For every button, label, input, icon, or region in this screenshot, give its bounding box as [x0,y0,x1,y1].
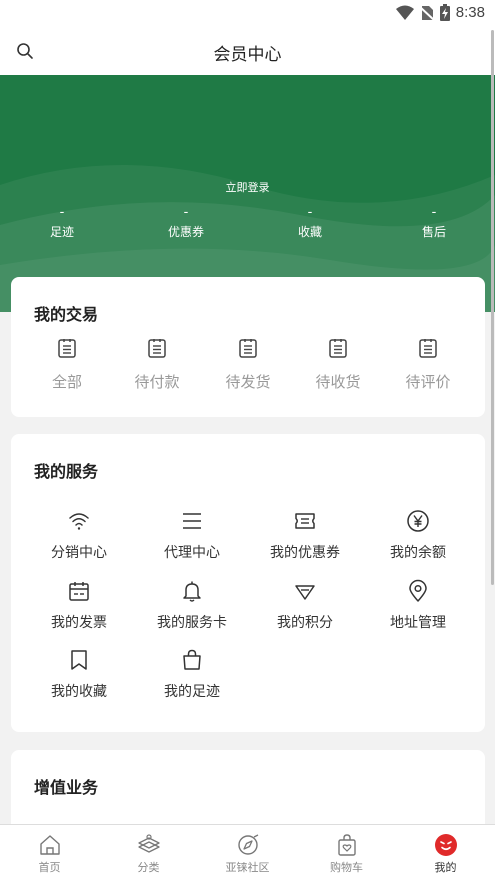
diamond-icon [295,585,315,600]
profile-face-icon [434,834,457,856]
service-label: 我的服务卡 [157,615,227,631]
bottom-tab-bar: 首页 分类 亚铼社区 购物车 我的 [0,824,495,880]
stat-favorites[interactable]: - 收藏 [270,205,350,240]
service-agent-center[interactable]: 代理中心 [137,509,247,562]
tab-label: 我的 [434,861,457,874]
service-label: 分销中心 [51,545,107,561]
calendar-icon [69,582,89,601]
my-trade-card: 我的交易 全部 待付款 待发货 待收货 待评价 [11,277,485,417]
service-my-favorites[interactable]: 我的收藏 [24,648,134,701]
stat-label: 售后 [421,225,446,239]
tab-label: 亚铼社区 [225,861,270,874]
clipboard-icon [419,339,437,358]
service-label: 我的积分 [277,615,333,631]
service-label: 我的余额 [390,545,446,561]
trade-label: 待付款 [134,373,180,391]
tab-label: 首页 [38,861,61,874]
trade-pending-shipment[interactable]: 待发货 [213,337,283,392]
ticket-icon [295,513,315,529]
service-my-footprint[interactable]: 我的足迹 [137,648,247,701]
service-my-service-card[interactable]: 我的服务卡 [137,579,247,632]
tab-label: 分类 [137,861,160,874]
service-my-balance[interactable]: 我的余额 [363,509,473,562]
trade-label: 待评价 [405,373,451,391]
stat-label: 优惠券 [167,225,204,239]
trade-pending-payment[interactable]: 待付款 [122,337,192,392]
trade-title: 我的交易 [34,305,99,324]
service-label: 我的优惠券 [270,545,340,561]
service-label: 我的收藏 [51,684,107,700]
bell-icon [183,581,201,602]
service-label: 我的足迹 [164,684,220,700]
shopping-bag-icon [183,649,201,670]
service-distribution-center[interactable]: 分销中心 [24,509,134,562]
service-label: 地址管理 [390,615,446,631]
tab-mine[interactable]: 我的 [396,825,495,880]
clipboard-icon [239,339,257,358]
stat-footprint[interactable]: - 足迹 [22,205,102,240]
service-label: 代理中心 [164,545,220,561]
no-sim-icon [419,5,434,21]
service-address-management[interactable]: 地址管理 [363,579,473,632]
stat-after-sales[interactable]: - 售后 [394,205,474,240]
status-bar: 8:38 [0,0,495,28]
service-my-invoices[interactable]: 我的发票 [24,579,134,632]
cart-bag-icon [337,834,356,856]
stat-value: - [183,205,189,220]
compass-icon [237,834,258,855]
login-link[interactable]: 立即登录 [0,179,495,195]
tab-home[interactable]: 首页 [0,825,99,880]
stat-value: - [59,205,65,220]
home-icon [39,835,60,855]
my-services-card: 我的服务 分销中心 代理中心 我的优惠券 我的余额 我的发票 我的服务卡 我的积… [11,434,485,732]
stat-value: - [431,205,437,220]
tab-community[interactable]: 亚铼社区 [198,825,297,880]
wifi-icon [69,513,89,530]
trade-label: 待发货 [225,373,271,391]
clipboard-icon [148,339,166,358]
tab-category[interactable]: 分类 [99,825,198,880]
trade-pending-receipt[interactable]: 待收货 [303,337,373,392]
service-my-coupons[interactable]: 我的优惠券 [250,509,360,562]
value-added-title: 增值业务 [34,778,99,797]
service-my-points[interactable]: 我的积分 [250,579,360,632]
page-title: 会员中心 [213,45,282,65]
trade-all[interactable]: 全部 [32,337,102,392]
scrollbar[interactable] [491,30,494,585]
stat-label: 足迹 [49,225,74,239]
clipboard-icon [58,339,76,358]
stat-coupons[interactable]: - 优惠券 [146,205,226,240]
location-pin-icon [409,579,427,602]
clipboard-icon [329,339,347,358]
tab-label: 购物车 [330,861,363,874]
member-stats: - 足迹 - 优惠券 - 收藏 - 售后 [0,205,495,245]
tab-cart[interactable]: 购物车 [297,825,396,880]
bookmark-icon [71,650,87,670]
service-label: 我的发票 [51,615,107,631]
trade-label: 待收货 [315,373,361,391]
battery-charging-icon [439,4,450,21]
menu-icon [183,513,201,529]
page-header: 会员中心 [0,28,495,75]
trade-label: 全部 [51,373,82,391]
services-title: 我的服务 [34,462,99,481]
stat-label: 收藏 [297,225,322,239]
stat-value: - [307,205,313,220]
wifi-signal-icon [395,5,414,20]
status-time: 8:38 [455,4,485,21]
trade-pending-review[interactable]: 待评价 [393,337,463,392]
yen-icon [407,510,429,532]
category-icon [137,834,160,853]
